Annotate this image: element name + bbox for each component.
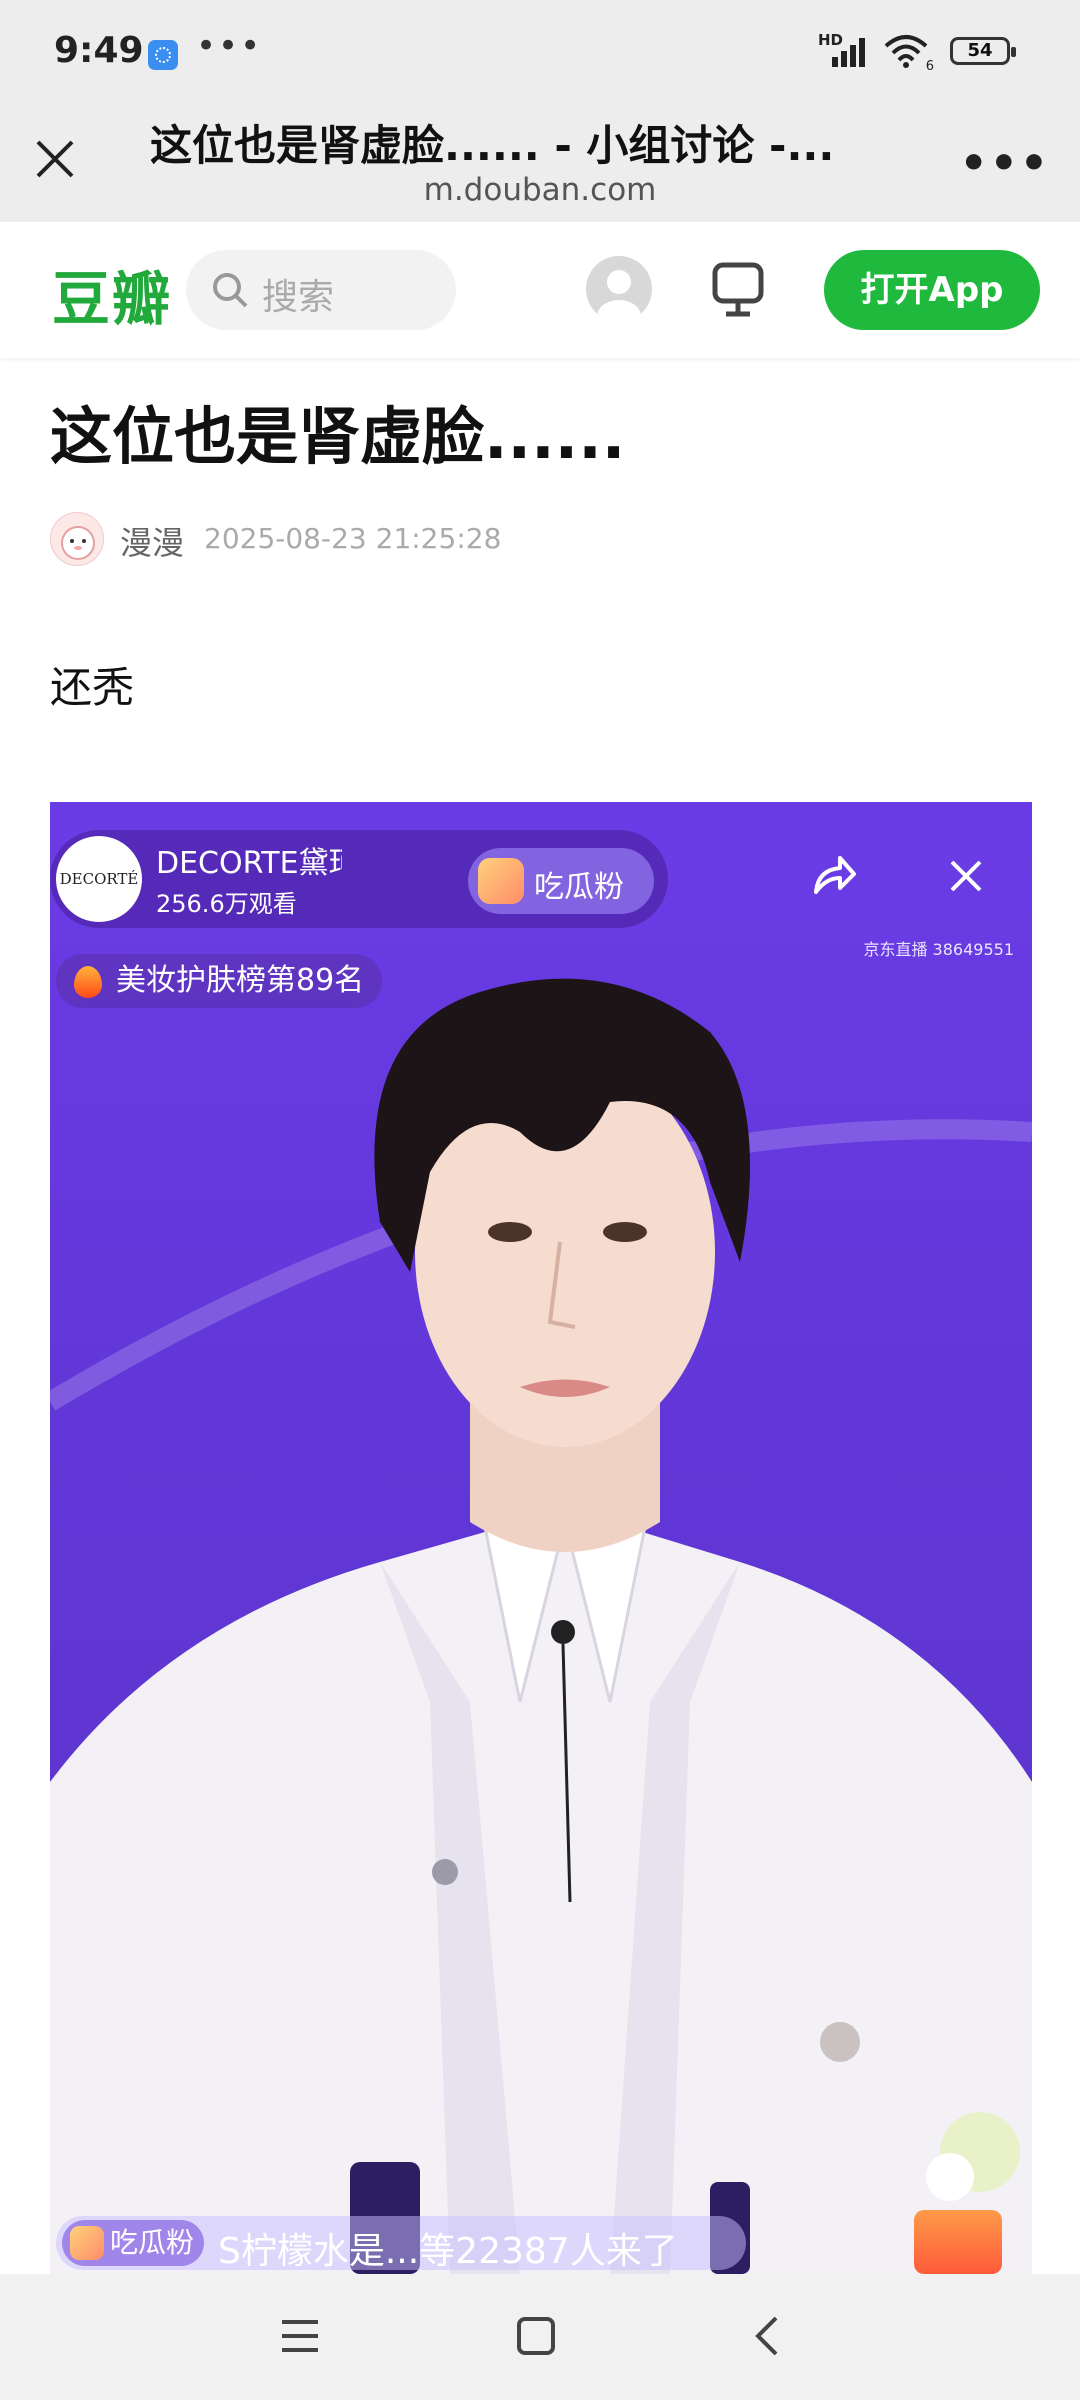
home-icon[interactable] (516, 2316, 556, 2360)
fan-button[interactable]: 吃瓜粉 (468, 848, 654, 914)
desktop-icon[interactable] (712, 262, 764, 322)
site-header: 豆瓣 搜索 打开App (0, 222, 1080, 358)
system-nav-bar (0, 2274, 1080, 2400)
search-input[interactable]: 搜索 (186, 250, 456, 330)
chat-message: S柠檬水是...等22387人来了 (218, 2231, 678, 2272)
share-icon[interactable] (810, 854, 858, 902)
fan-badge-icon (70, 2226, 104, 2260)
search-icon (210, 270, 250, 314)
post-image[interactable]: DECORTÉ DECORTE黛珂京东自营 256.6万观看 吃瓜粉 京东直播 … (50, 802, 1032, 2274)
close-icon[interactable] (30, 134, 80, 184)
author-avatar[interactable] (50, 512, 104, 566)
page-title-bar: 这位也是肾虚脸...... - 小组讨论 -... (150, 121, 835, 170)
fire-icon (74, 966, 102, 998)
battery-icon: 54 (950, 37, 1016, 65)
open-app-button[interactable]: 打开App (824, 250, 1040, 330)
wifi-icon: 6 (884, 34, 934, 74)
menu-icon[interactable] (280, 2318, 320, 2358)
post-datetime: 2025-08-23 21:25:28 (204, 522, 502, 555)
more-icon[interactable]: ••• (960, 138, 1050, 189)
post-title: 这位也是肾虚脸...... (50, 400, 626, 473)
rank-label: 美妆护肤榜第89名 (116, 963, 365, 998)
viewer-count: 256.6万观看 (156, 890, 297, 918)
post-body: 还秃 (50, 663, 135, 712)
stream-host-photo (50, 978, 1032, 2274)
page-url[interactable]: m.douban.com (150, 172, 930, 208)
douban-logo[interactable]: 豆瓣 (52, 252, 172, 336)
search-placeholder: 搜索 (262, 277, 335, 318)
signal-icon: HD (818, 31, 868, 67)
chat-fan-label: 吃瓜粉 (110, 2226, 195, 2259)
back-icon[interactable] (752, 2314, 782, 2362)
gift-icon[interactable] (914, 2210, 1002, 2274)
author-name[interactable]: 漫漫 (120, 518, 184, 564)
status-time: 9:49 (54, 30, 144, 71)
status-indicators: HD 6 54 (818, 31, 1016, 74)
room-id: 京东直播 38649551 (863, 940, 1014, 959)
app-notification-icon (148, 40, 178, 70)
rank-badge[interactable]: 美妆护肤榜第89名 (56, 954, 383, 1008)
status-bar: 9:49 ••• HD 6 54 (0, 0, 1080, 108)
status-dots: ••• (196, 26, 263, 66)
wifi-label: 6 (925, 59, 934, 74)
stream-close-icon[interactable] (948, 858, 984, 898)
fan-button-label: 吃瓜粉 (534, 870, 624, 905)
chat-fan-badge: 吃瓜粉 (62, 2220, 205, 2266)
live-room-name: DECORTE黛珂京东自营 (156, 846, 342, 881)
brand-logo: DECORTÉ (56, 836, 142, 922)
fan-badge-icon (478, 858, 524, 904)
user-avatar-icon[interactable] (586, 256, 652, 322)
browser-bar: 这位也是肾虚脸...... - 小组讨论 -... m.douban.com •… (0, 108, 1080, 222)
